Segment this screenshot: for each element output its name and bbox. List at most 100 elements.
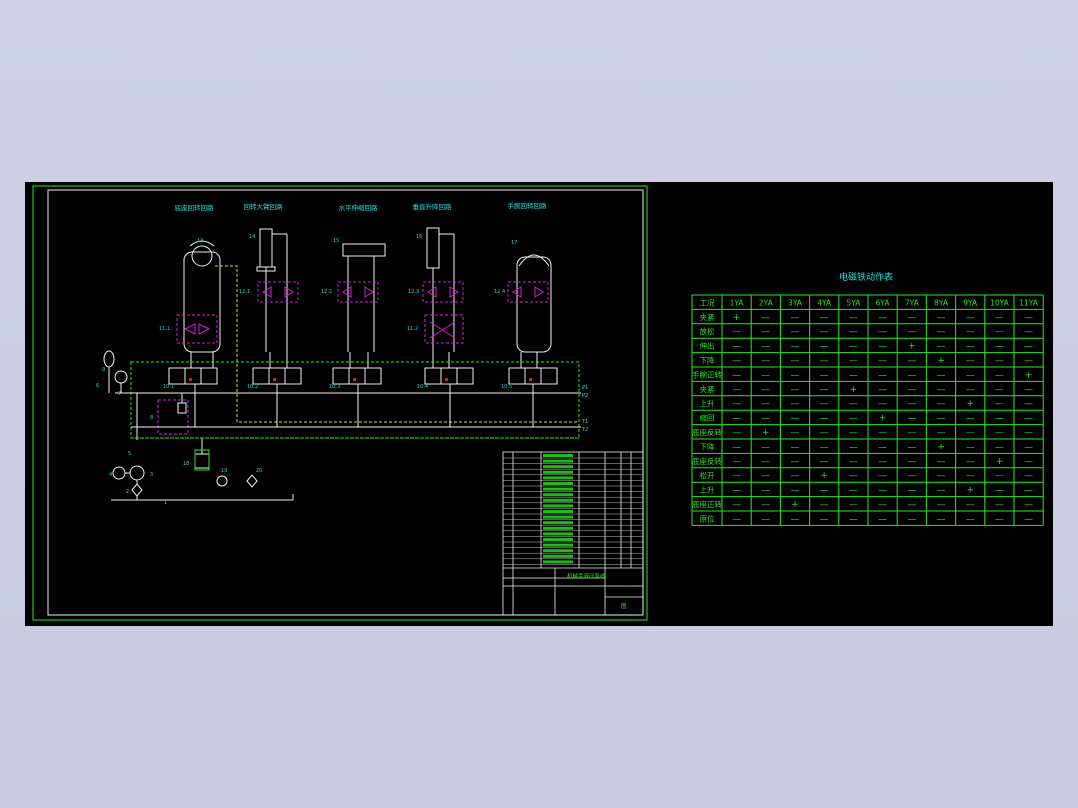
solenoid-table-title: 电磁铁动作表 — [839, 271, 893, 283]
table-cell: — — [849, 356, 858, 366]
table-cell: — — [849, 414, 858, 424]
table-cell: — — [791, 356, 800, 366]
table-cell: — — [849, 327, 858, 337]
table-cell: — — [820, 370, 829, 380]
table-cell: — — [995, 370, 1004, 380]
table-cell: — — [907, 471, 916, 481]
table-row-label: 夹紧 — [700, 312, 715, 322]
table-cell: — — [937, 327, 946, 337]
table-cell: — — [849, 500, 858, 510]
table-cell: — — [849, 313, 858, 323]
table-cell: — — [761, 500, 770, 510]
table-cell: — — [732, 356, 741, 366]
table-cell: — — [995, 385, 1004, 395]
table-cell: — — [995, 486, 1004, 496]
table-cell: — — [995, 342, 1004, 352]
table-row-label: 伸出 — [700, 341, 715, 351]
table-cell: — — [995, 500, 1004, 510]
table-column-header: 10YA — [990, 298, 1010, 307]
table-cell: — — [761, 385, 770, 395]
table-cell: — — [849, 370, 858, 380]
table-cell: — — [820, 514, 829, 524]
table-cell: — — [878, 385, 887, 395]
table-column-header: 5YA — [846, 298, 861, 307]
table-cell: — — [791, 399, 800, 409]
table-cell: — — [732, 500, 741, 510]
table-cell: — — [820, 399, 829, 409]
table-cell: — — [1024, 514, 1033, 524]
table-row-label: 底座反转 — [692, 456, 722, 466]
table-cell: — — [966, 471, 975, 481]
table-cell: — — [878, 457, 887, 467]
table-cell: — — [791, 385, 800, 395]
table-cell: — — [732, 486, 741, 496]
table-cell: — — [1024, 356, 1033, 366]
table-cell: — — [878, 313, 887, 323]
table-cell: — — [761, 414, 770, 424]
table-cell: — — [791, 342, 800, 352]
table-cell: — — [937, 457, 946, 467]
table-cell: — — [820, 356, 829, 366]
table-cell: — — [966, 327, 975, 337]
table-cell: — — [791, 457, 800, 467]
table-cell: — — [791, 486, 800, 496]
table-cell: — — [820, 313, 829, 323]
table-cell: — — [878, 514, 887, 524]
cad-viewport[interactable]: 底座回转回路 回转大臂回路 水平伸缩回路 垂直升降回路 手腕回转回路 13 14… — [25, 182, 1053, 626]
table-row-label: 手腕正转 — [692, 369, 722, 379]
table-cell: — — [791, 313, 800, 323]
table-cell: — — [732, 442, 741, 452]
table-cell: — — [937, 370, 946, 380]
table-row-label: 上升 — [700, 486, 715, 495]
table-cell: — — [878, 471, 887, 481]
table-cell: — — [937, 486, 946, 496]
table-cell: + — [762, 428, 770, 438]
table-cell: — — [995, 514, 1004, 524]
table-cell: — — [878, 356, 887, 366]
table-cell: — — [907, 457, 916, 467]
table-cell: — — [732, 457, 741, 467]
table-cell: — — [820, 342, 829, 352]
table-cell: — — [966, 370, 975, 380]
table-row-label: 上升 — [700, 399, 715, 408]
table-cell: — — [937, 313, 946, 323]
table-cell: — — [820, 486, 829, 496]
table-cell: — — [907, 500, 916, 510]
table-cell: — — [1024, 442, 1033, 452]
table-cell: + — [937, 356, 945, 366]
table-cell: + — [850, 385, 858, 395]
table-cell: — — [732, 428, 741, 438]
table-cell: — — [820, 327, 829, 337]
table-cell: — — [966, 514, 975, 524]
table-cell: — — [995, 471, 1004, 481]
table-cell: — — [761, 327, 770, 337]
table-cell: — — [995, 399, 1004, 409]
table-cell: — — [761, 313, 770, 323]
table-row-label: 下降 — [700, 441, 715, 451]
table-cell: — — [966, 428, 975, 438]
table-cell: — — [791, 327, 800, 337]
table-cell: — — [907, 313, 916, 323]
table-cell: — — [849, 486, 858, 496]
table-cell: — — [907, 356, 916, 366]
table-cell: — — [849, 457, 858, 467]
table-cell: — — [820, 442, 829, 452]
table-cell: — — [995, 414, 1004, 424]
table-cell: — — [937, 428, 946, 438]
table-cell: — — [995, 327, 1004, 337]
table-cell: — — [937, 414, 946, 424]
solenoid-table: 电磁铁动作表 工况 1YA 2YA 3YA 4YA 5YA 6YA 7YA 8YA 9YA 10YA… — [691, 271, 1044, 526]
table-cell: + — [966, 399, 974, 409]
table-cell: — — [1024, 428, 1033, 438]
table-cell: — — [820, 385, 829, 395]
table-row-label: 缩回 — [700, 413, 715, 423]
table-cell: — — [907, 428, 916, 438]
table-cell: — — [732, 399, 741, 409]
table-cell: — — [761, 356, 770, 366]
table-row-label: 底座反转 — [692, 427, 722, 437]
table-cell: — — [761, 442, 770, 452]
table-cell: — — [761, 370, 770, 380]
table-cell: — — [937, 514, 946, 524]
table-column-header: 7YA — [905, 298, 920, 307]
table-row-label: 下降 — [700, 355, 715, 365]
